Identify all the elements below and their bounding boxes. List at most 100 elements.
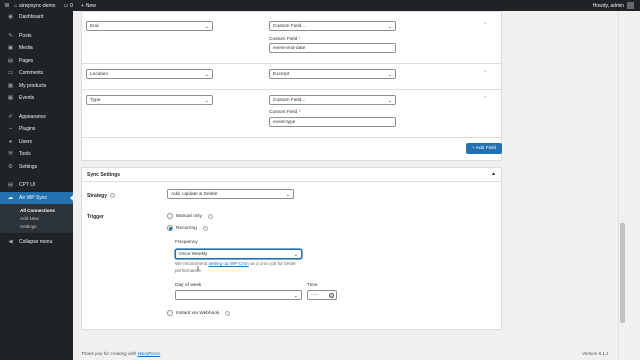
custom-field-label-text: Custom Field xyxy=(269,37,298,42)
sync-settings-header[interactable]: Sync Settings ▲ xyxy=(82,168,501,182)
help-icon[interactable]: ? xyxy=(225,310,231,316)
sidebar-item-events[interactable]: ▦ Events xyxy=(0,92,73,105)
footer-text-end: . xyxy=(160,351,162,356)
cpt-icon: ▤ xyxy=(7,182,14,189)
destination-type-value: Custom Field... xyxy=(273,97,306,103)
clock-icon[interactable]: ⊙ xyxy=(329,292,334,298)
sidebar-item-tools[interactable]: ⚒ Tools xyxy=(0,148,73,161)
strategy-value: Add, Update & Delete xyxy=(171,191,218,197)
trigger-label: Trigger xyxy=(87,214,104,220)
comments-link[interactable]: ▭ 0 xyxy=(63,3,73,9)
custom-field-input[interactable]: event-type xyxy=(269,117,396,127)
collapse-label: Collapse menu xyxy=(19,239,53,246)
destination-type-select[interactable]: Custom Field... ⌄ xyxy=(269,21,396,31)
frequency-value: Once Weekly xyxy=(179,251,208,257)
page-icon: ▤ xyxy=(7,57,14,64)
sidebar-item-label: Posts xyxy=(19,32,32,39)
chevron-down-icon: ⌄ xyxy=(293,292,298,299)
new-content-link[interactable]: + New xyxy=(81,3,96,9)
trigger-manual-radio[interactable]: Manual only ? xyxy=(167,213,213,219)
sidebar-item-users[interactable]: ● Users xyxy=(0,136,73,149)
custom-field-input[interactable]: event-end-date xyxy=(269,43,396,53)
chevron-down-icon: ⌄ xyxy=(293,251,298,258)
strategy-select[interactable]: Add, Update & Delete ⌄ xyxy=(167,189,294,199)
sync-settings-title: Sync Settings xyxy=(87,171,121,178)
source-field-select[interactable]: Location ⌄ xyxy=(86,69,213,79)
sidebar-item-cpt-ui[interactable]: ▤ CPT UI xyxy=(0,179,73,192)
hint-text-start: We recommend xyxy=(175,261,209,266)
frequency-select[interactable]: Once Weekly ⌄ xyxy=(175,249,302,259)
source-field-select[interactable]: Type ⌄ xyxy=(86,95,213,105)
version-label: Version 6.1.1 xyxy=(582,351,609,356)
sidebar-item-appearance[interactable]: ✐ Appearance xyxy=(0,111,73,124)
settings-icon: ⚙ xyxy=(8,163,13,170)
sidebar-item-media[interactable]: ▣ Media xyxy=(0,42,73,55)
source-field-select[interactable]: End ⌄ xyxy=(86,21,213,31)
add-field-button[interactable]: + Add Field xyxy=(466,143,502,154)
collapse-arrow-icon: ◀ xyxy=(8,239,13,246)
radio-button[interactable] xyxy=(167,310,173,316)
strategy-row-label: Strategy? xyxy=(87,193,116,199)
submenu-item-add-new[interactable]: Add New xyxy=(0,214,73,222)
chevron-down-icon: ⌄ xyxy=(204,23,209,30)
sidebar-item-my-products[interactable]: ▦ My products xyxy=(0,80,73,93)
destination-type-select[interactable]: Custom Field... ⌄ xyxy=(269,95,396,105)
sidebar-item-pages[interactable]: ▤ Pages xyxy=(0,55,73,68)
howdy-label: Howdy, admin xyxy=(592,2,624,9)
sidebar-item-plugins[interactable]: ⌁ Plugins xyxy=(0,123,73,136)
brush-icon: ✐ xyxy=(8,113,13,120)
sidebar-item-comments[interactable]: ▭ Comments xyxy=(0,67,73,80)
wrench-icon: ⚒ xyxy=(8,151,13,158)
wp-cron-link[interactable]: setting up WP-Cron xyxy=(209,261,249,266)
radio-button[interactable] xyxy=(167,213,173,219)
page-scrollbar[interactable] xyxy=(618,11,626,360)
sidebar-item-posts[interactable]: ✎ Posts xyxy=(0,30,73,43)
chevron-down-icon: ⌄ xyxy=(387,71,392,78)
destination-type-value: Excerpt xyxy=(273,71,290,77)
chevron-down-icon: ⌄ xyxy=(387,97,392,104)
cloud-icon: ☁ xyxy=(7,194,14,201)
wordpress-logo-icon[interactable]: W xyxy=(0,3,14,9)
site-name-link[interactable]: ⌂ airwpsync-demo xyxy=(14,3,55,9)
remove-row-icon[interactable]: ⌃ xyxy=(483,96,487,102)
cron-hint: We recommend setting up WP-Cron as a cro… xyxy=(175,261,305,274)
trigger-webhook-radio[interactable]: Instant via Webhook ? xyxy=(167,310,231,316)
collapse-toggle-icon[interactable]: ▲ xyxy=(491,171,496,177)
destination-type-value: Custom Field... xyxy=(273,23,306,29)
collapse-menu-button[interactable]: ◀ Collapse menu xyxy=(0,236,73,249)
custom-field-label: Custom Field * xyxy=(269,37,300,42)
active-indicator xyxy=(70,195,73,201)
day-of-week-select[interactable]: ⌄ xyxy=(175,290,302,300)
sidebar-item-dashboard[interactable]: ◉ Dashboard xyxy=(0,11,73,24)
submenu-item-all-connections[interactable]: All Connections xyxy=(0,206,73,214)
custom-field-label-text: Custom Field xyxy=(269,110,298,115)
destination-type-select[interactable]: Excerpt ⌄ xyxy=(269,69,396,79)
dashboard-icon: ◉ xyxy=(8,14,13,21)
scrollbar-thumb[interactable] xyxy=(620,223,625,323)
site-name-label: airwpsync-demo xyxy=(19,2,56,9)
mapping-row-type: Type ⌄ Custom Field... ⌄ Custom Field * ev… xyxy=(82,90,501,138)
mapping-row-location: Location ⌄ Excerpt ⌄ ⌃ xyxy=(82,64,501,90)
pin-icon: ✎ xyxy=(8,32,13,39)
trigger-recurring-radio[interactable]: Recurring ? xyxy=(167,225,208,231)
help-icon[interactable]: ? xyxy=(202,225,208,231)
user-icon: ● xyxy=(8,138,13,145)
submenu-item-settings[interactable]: Settings xyxy=(0,222,73,230)
strategy-label: Strategy xyxy=(87,193,108,199)
sync-settings-panel: Sync Settings ▲ Strategy? Add, Update & … xyxy=(81,167,502,330)
sidebar-item-settings[interactable]: ⚙ Settings xyxy=(0,161,73,174)
sidebar-item-label: CPT UI xyxy=(19,182,36,189)
sidebar-item-air-wp-sync[interactable]: ☁ Air WP Sync xyxy=(0,191,73,204)
mouse-cursor-icon: I xyxy=(197,266,199,273)
day-of-week-label: Day of week xyxy=(175,283,202,288)
sidebar-item-label: Media xyxy=(19,45,33,52)
wordpress-link[interactable]: WordPress xyxy=(137,351,160,356)
remove-row-icon[interactable]: ⌃ xyxy=(483,22,487,28)
account-menu[interactable]: Howdy, admin xyxy=(593,2,634,9)
remove-row-icon[interactable]: ⌃ xyxy=(483,70,487,76)
help-icon[interactable]: ? xyxy=(110,193,116,199)
help-icon[interactable]: ? xyxy=(207,213,213,219)
recurring-label: Recurring xyxy=(176,225,197,231)
time-input[interactable]: --:-- ⊙ xyxy=(307,290,337,300)
radio-button-selected[interactable] xyxy=(167,225,173,231)
